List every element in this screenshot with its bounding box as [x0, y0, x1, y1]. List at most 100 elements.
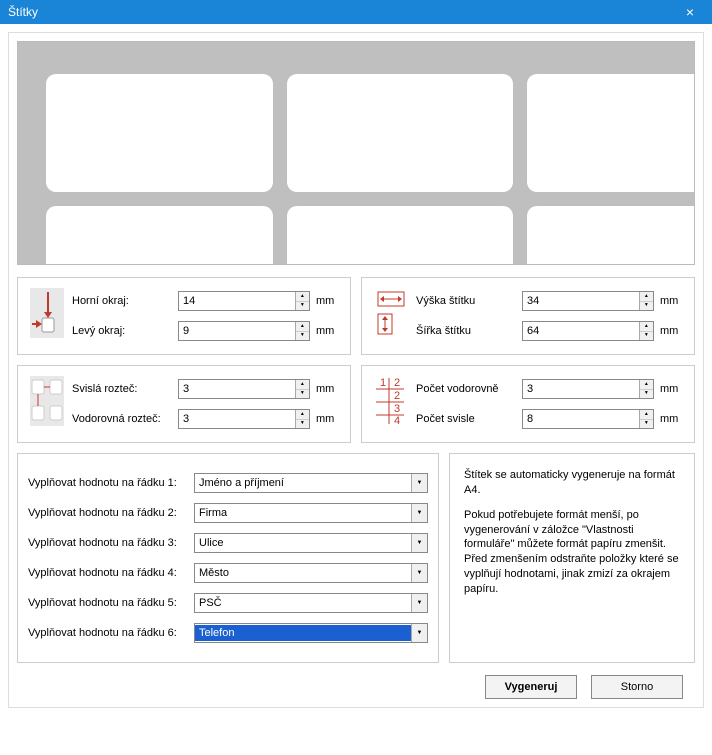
combo-value: Jméno a příjmení: [195, 477, 411, 489]
unit-label: mm: [660, 383, 684, 395]
unit-label: mm: [316, 383, 340, 395]
value-row-label: Vyplňovat hodnotu na řádku 4:: [28, 567, 188, 579]
spin-down-icon[interactable]: ▼: [296, 390, 309, 399]
top-margin-input[interactable]: ▲▼: [178, 291, 310, 311]
spin-up-icon[interactable]: ▲: [640, 380, 653, 390]
svg-text:4: 4: [394, 415, 400, 426]
spin-up-icon[interactable]: ▲: [640, 410, 653, 420]
count-down-field[interactable]: [523, 410, 639, 428]
value-row-label: Vyplňovat hodnotu na řádku 3:: [28, 537, 188, 549]
info-text-1: Štítek se automaticky vygeneruje na form…: [464, 468, 680, 498]
count-across-field[interactable]: [523, 380, 639, 398]
value-row-combo[interactable]: PSČ▼: [194, 593, 428, 613]
spin-down-icon[interactable]: ▼: [640, 390, 653, 399]
value-row: Vyplňovat hodnotu na řádku 5: PSČ▼: [28, 588, 428, 618]
margins-icon: [28, 286, 66, 340]
value-row: Vyplňovat hodnotu na řádku 6: Telefon▼: [28, 618, 428, 648]
count-icon: 1 2 2 3 4: [372, 374, 410, 428]
spacing-group: Svislá rozteč: ▲▼ mm Vodorovná rozteč: ▲…: [17, 365, 351, 443]
vertical-spacing-input[interactable]: ▲▼: [178, 379, 310, 399]
combo-value: Telefon: [195, 625, 411, 641]
size-group: Výška štítku ▲▼ mm Šířka štítku ▲▼ mm: [361, 277, 695, 355]
svg-text:2: 2: [394, 377, 400, 389]
value-row-label: Vyplňovat hodnotu na řádku 1:: [28, 477, 188, 489]
spin-up-icon[interactable]: ▲: [640, 322, 653, 332]
preview-sheet: [46, 74, 695, 265]
unit-label: mm: [316, 295, 340, 307]
chevron-down-icon[interactable]: ▼: [411, 594, 427, 612]
spin-down-icon[interactable]: ▼: [640, 420, 653, 429]
unit-label: mm: [316, 413, 340, 425]
chevron-down-icon[interactable]: ▼: [411, 534, 427, 552]
unit-label: mm: [660, 413, 684, 425]
label-preview: [17, 41, 695, 265]
value-row-label: Vyplňovat hodnotu na řádku 5:: [28, 597, 188, 609]
cancel-button[interactable]: Storno: [591, 675, 683, 699]
chevron-down-icon[interactable]: ▼: [411, 564, 427, 582]
spin-up-icon[interactable]: ▲: [296, 292, 309, 302]
value-row-combo[interactable]: Jméno a příjmení▼: [194, 473, 428, 493]
combo-value: PSČ: [195, 597, 411, 609]
count-down-label: Počet svisle: [416, 413, 516, 425]
spin-down-icon[interactable]: ▼: [296, 420, 309, 429]
count-group: 1 2 2 3 4 Počet vodorovně ▲▼: [361, 365, 695, 443]
value-row-combo[interactable]: Telefon▼: [194, 623, 428, 643]
preview-label-cell: [46, 74, 273, 192]
chevron-down-icon[interactable]: ▼: [411, 504, 427, 522]
vertical-spacing-field[interactable]: [179, 380, 295, 398]
label-width-input[interactable]: ▲▼: [522, 321, 654, 341]
chevron-down-icon[interactable]: ▼: [411, 624, 427, 642]
row-values-group: Vyplňovat hodnotu na řádku 1: Jméno a pří…: [17, 453, 439, 663]
info-panel: Štítek se automaticky vygeneruje na form…: [449, 453, 695, 663]
dialog-body: Horní okraj: ▲▼ mm Levý okraj: ▲▼ mm: [8, 32, 704, 708]
left-margin-field[interactable]: [179, 322, 295, 340]
count-down-input[interactable]: ▲▼: [522, 409, 654, 429]
value-row-label: Vyplňovat hodnotu na řádku 2:: [28, 507, 188, 519]
value-row-combo[interactable]: Město▼: [194, 563, 428, 583]
preview-label-cell: [46, 206, 273, 265]
combo-value: Ulice: [195, 537, 411, 549]
horizontal-spacing-label: Vodorovná rozteč:: [72, 413, 172, 425]
vertical-spacing-label: Svislá rozteč:: [72, 383, 172, 395]
chevron-down-icon[interactable]: ▼: [411, 474, 427, 492]
value-row: Vyplňovat hodnotu na řádku 3: Ulice▼: [28, 528, 428, 558]
spin-up-icon[interactable]: ▲: [640, 292, 653, 302]
label-height-input[interactable]: ▲▼: [522, 291, 654, 311]
value-row-label: Vyplňovat hodnotu na řádku 6:: [28, 627, 188, 639]
unit-label: mm: [316, 325, 340, 337]
spin-down-icon[interactable]: ▼: [296, 302, 309, 311]
horizontal-spacing-input[interactable]: ▲▼: [178, 409, 310, 429]
spin-up-icon[interactable]: ▲: [296, 322, 309, 332]
value-row-combo[interactable]: Firma▼: [194, 503, 428, 523]
combo-value: Firma: [195, 507, 411, 519]
spin-up-icon[interactable]: ▲: [296, 410, 309, 420]
spin-down-icon[interactable]: ▼: [640, 332, 653, 341]
svg-text:3: 3: [394, 403, 400, 415]
preview-label-cell: [527, 206, 695, 265]
spin-down-icon[interactable]: ▼: [640, 302, 653, 311]
label-height-field[interactable]: [523, 292, 639, 310]
value-row-combo[interactable]: Ulice▼: [194, 533, 428, 553]
label-height-label: Výška štítku: [416, 295, 516, 307]
preview-label-cell: [527, 74, 695, 192]
combo-value: Město: [195, 567, 411, 579]
window-title: Štítky: [8, 5, 38, 19]
info-text-2: Pokud potřebujete formát menší, po vygen…: [464, 508, 680, 597]
top-margin-field[interactable]: [179, 292, 295, 310]
left-margin-input[interactable]: ▲▼: [178, 321, 310, 341]
count-across-label: Počet vodorovně: [416, 383, 516, 395]
value-row: Vyplňovat hodnotu na řádku 4: Město▼: [28, 558, 428, 588]
margins-group: Horní okraj: ▲▼ mm Levý okraj: ▲▼ mm: [17, 277, 351, 355]
svg-text:2: 2: [394, 390, 400, 402]
spin-down-icon[interactable]: ▼: [296, 332, 309, 341]
label-width-field[interactable]: [523, 322, 639, 340]
titlebar: Štítky ×: [0, 0, 712, 24]
left-margin-label: Levý okraj:: [72, 325, 172, 337]
unit-label: mm: [660, 295, 684, 307]
count-across-input[interactable]: ▲▼: [522, 379, 654, 399]
value-row: Vyplňovat hodnotu na řádku 1: Jméno a pří…: [28, 468, 428, 498]
spin-up-icon[interactable]: ▲: [296, 380, 309, 390]
generate-button[interactable]: Vygeneruj: [485, 675, 577, 699]
horizontal-spacing-field[interactable]: [179, 410, 295, 428]
close-icon[interactable]: ×: [670, 0, 710, 24]
